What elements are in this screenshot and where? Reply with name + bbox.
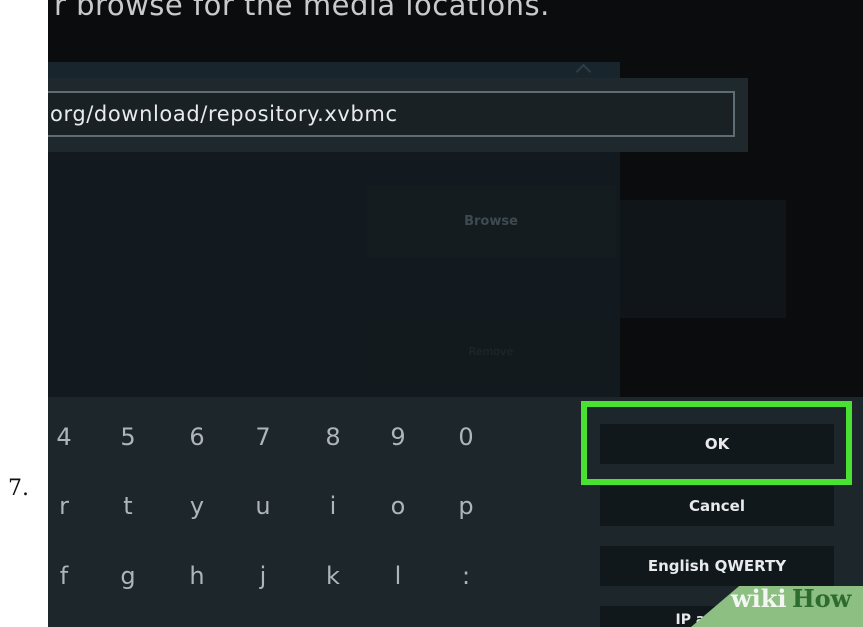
key-7[interactable]: 7 (238, 415, 288, 459)
key-5[interactable]: 5 (103, 415, 153, 459)
step-number: 7. (8, 476, 29, 501)
watermark-how-text: How (792, 584, 852, 613)
key-u[interactable]: u (238, 484, 288, 528)
key-y[interactable]: y (172, 484, 222, 528)
browse-button[interactable]: Browse (366, 185, 616, 257)
cancel-button[interactable]: Cancel (600, 486, 834, 526)
key-g[interactable]: g (103, 554, 153, 598)
key-l[interactable]: l (373, 554, 423, 598)
key-h[interactable]: h (172, 554, 222, 598)
remove-button[interactable]: Remove (366, 322, 616, 380)
key-r[interactable]: r (48, 484, 89, 528)
kodi-screen: r browse for the media locations. Browse… (48, 0, 863, 627)
key-t[interactable]: t (103, 484, 153, 528)
key-0[interactable]: 0 (441, 415, 491, 459)
ok-highlight-frame (581, 401, 852, 485)
key-k[interactable]: k (308, 554, 358, 598)
key-o[interactable]: o (373, 484, 423, 528)
key-p[interactable]: p (441, 484, 491, 528)
url-input[interactable] (48, 91, 735, 137)
key-j[interactable]: j (238, 554, 288, 598)
watermark-wiki-text: wiki (731, 584, 787, 613)
keyboard-layout-button[interactable]: English QWERTY (600, 546, 834, 586)
key-i[interactable]: i (308, 484, 358, 528)
dialog-heading: r browse for the media locations. (54, 0, 550, 22)
key-colon[interactable]: : (441, 554, 491, 598)
key-6[interactable]: 6 (172, 415, 222, 459)
key-9[interactable]: 9 (373, 415, 423, 459)
key-f[interactable]: f (48, 554, 89, 598)
side-panel (620, 200, 786, 318)
key-8[interactable]: 8 (308, 415, 358, 459)
key-4[interactable]: 4 (48, 415, 89, 459)
